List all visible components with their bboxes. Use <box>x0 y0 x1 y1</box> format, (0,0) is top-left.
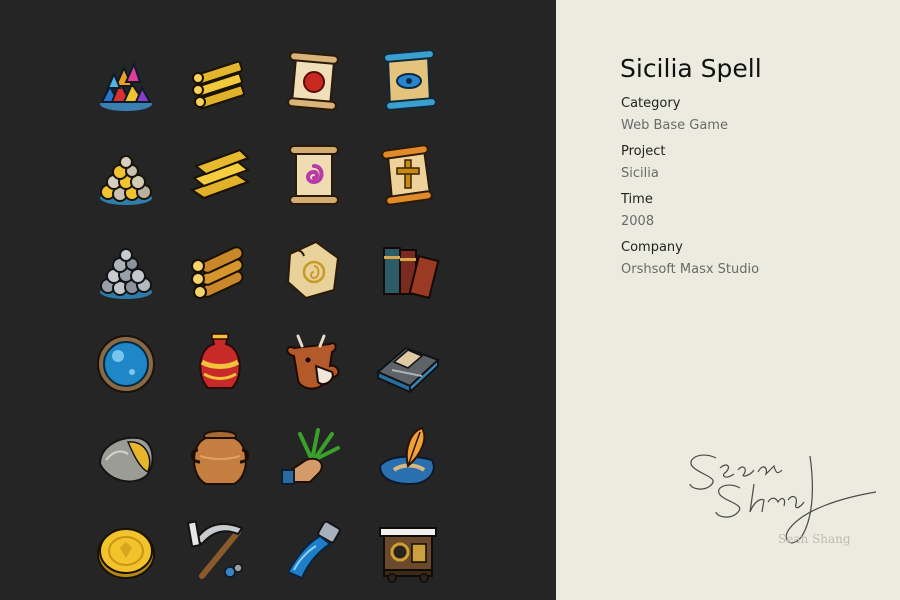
signature-caption: Sean Shang <box>778 532 851 546</box>
company-value: Orshsoft Masx Studio <box>621 262 760 277</box>
gems-pile-icon <box>88 44 164 120</box>
slate-tiles-icon <box>370 326 446 402</box>
project-info-panel: Sicilia Spell Category Web Base Game Pro… <box>556 0 900 600</box>
project-title: Sicilia Spell <box>620 54 762 83</box>
hand-with-herbs-icon <box>276 420 352 496</box>
project-label: Project <box>621 144 666 159</box>
water-pipe-icon <box>276 514 352 590</box>
painted-vase-icon <box>182 326 258 402</box>
scroll-red-emblem-icon <box>276 44 352 120</box>
clay-pot-icon <box>182 420 258 496</box>
scroll-blue-eye-icon <box>370 44 446 120</box>
quill-on-cloth-icon <box>370 420 446 496</box>
pickaxe-icon <box>182 514 258 590</box>
gold-coin-icon <box>88 514 164 590</box>
gold-lumber-icon <box>182 44 258 120</box>
scroll-purple-swirl-icon <box>276 138 352 214</box>
time-value: 2008 <box>621 214 655 229</box>
project-value: Sicilia <box>621 166 659 181</box>
treasure-map-icon <box>276 232 352 308</box>
furnace-machine-icon <box>370 514 446 590</box>
category-label: Category <box>621 96 681 111</box>
books-icon <box>370 232 446 308</box>
log-pile-icon <box>182 232 258 308</box>
gold-nuggets-pile-icon <box>88 138 164 214</box>
cow-icon <box>276 326 352 402</box>
scroll-cross-icon <box>370 138 446 214</box>
time-label: Time <box>621 192 653 207</box>
gold-planks-icon <box>182 138 258 214</box>
crystal-orb-icon <box>88 326 164 402</box>
company-label: Company <box>621 240 683 255</box>
category-value: Web Base Game <box>621 118 728 133</box>
icon-showcase-panel <box>0 0 556 600</box>
stone-pile-icon <box>88 232 164 308</box>
ore-rock-icon <box>88 420 164 496</box>
icon-grid <box>88 44 446 590</box>
